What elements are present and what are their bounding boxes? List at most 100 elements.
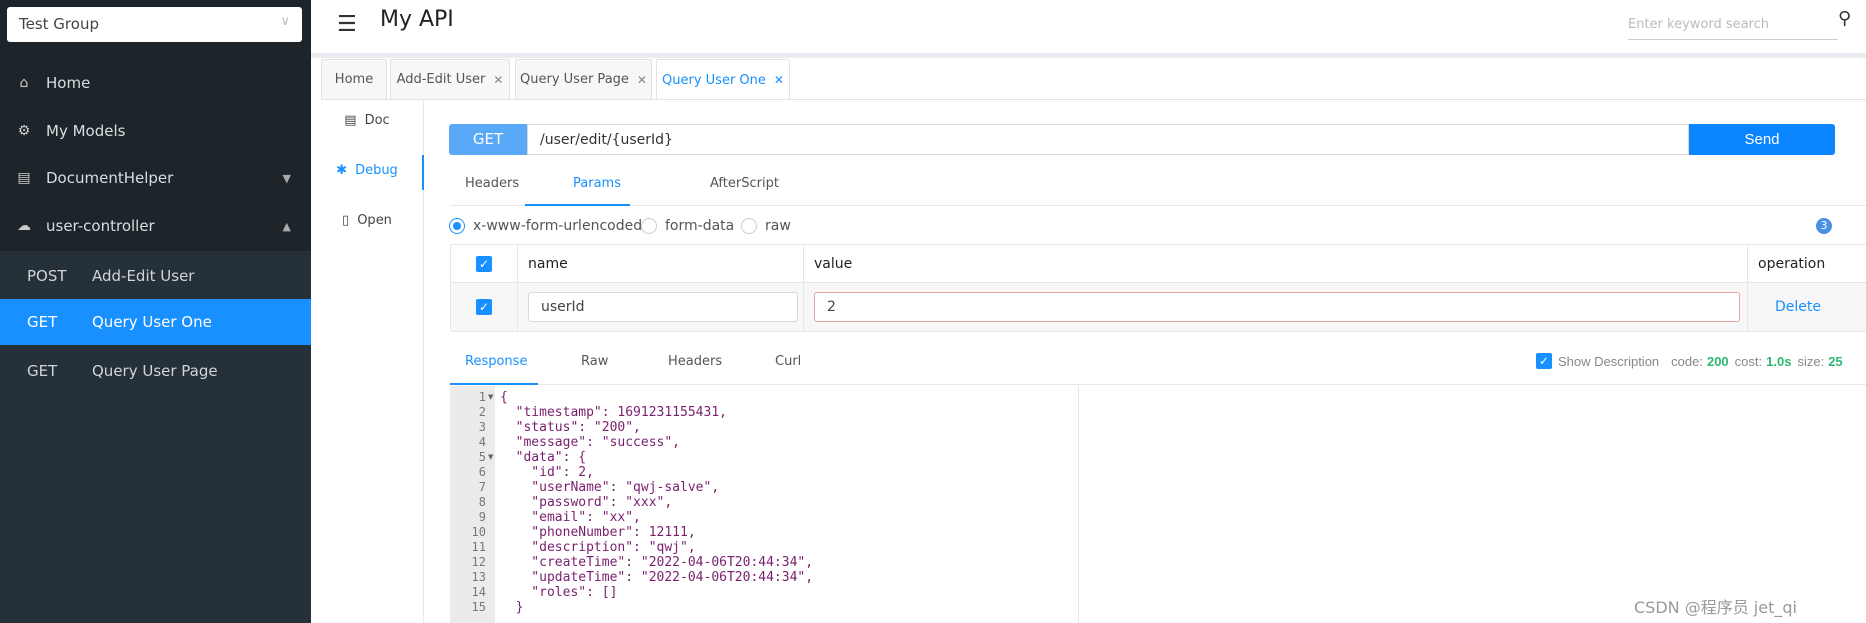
- line-number: 5: [478, 450, 486, 464]
- menu-fold-icon[interactable]: ☰: [337, 12, 357, 37]
- sidebar-item-label: Home: [46, 74, 91, 92]
- table-row: ✓ Delete: [451, 283, 1866, 331]
- nav-active-indicator: [422, 155, 424, 190]
- response-editor[interactable]: 1 ▼{2 "timestamp": 1691231155431, 3 "statu…: [450, 386, 1866, 623]
- code-line: "id": 2,: [500, 465, 594, 480]
- doc-icon: ▤: [344, 112, 357, 128]
- document-icon: ▤: [17, 170, 31, 186]
- line-number: 15: [471, 600, 486, 614]
- param-name-input[interactable]: [528, 292, 798, 322]
- tab-divider: [321, 99, 1866, 100]
- line-number: 9: [478, 510, 486, 524]
- tab-afterscript[interactable]: AfterScript: [710, 176, 779, 191]
- param-value-input[interactable]: [814, 292, 1740, 322]
- count-badge: 3: [1815, 217, 1833, 235]
- tab-query-user-one[interactable]: Query User One ✕: [656, 59, 790, 100]
- code-line: "status": "200",: [500, 420, 641, 435]
- search-icon[interactable]: ⚲: [1838, 8, 1851, 29]
- show-description-checkbox[interactable]: ✓: [1536, 353, 1552, 369]
- response-meta: ✓ Show Description code: 200 cost: 1.0s si…: [1536, 353, 1866, 369]
- sidebar-item-label: DocumentHelper: [46, 169, 174, 187]
- line-number: 3: [478, 420, 486, 434]
- tab-raw[interactable]: Raw: [581, 354, 608, 369]
- code-line: "updateTime": "2022-04-06T20:44:34",: [500, 570, 814, 585]
- code-line: "description": "qwj",: [500, 540, 696, 555]
- select-all-checkbox[interactable]: ✓: [476, 255, 492, 272]
- search-input[interactable]: [1628, 10, 1838, 40]
- sidebar-item-user-controller[interactable]: ☁ user-controller ▲: [0, 202, 311, 250]
- tab-home[interactable]: Home: [321, 59, 387, 99]
- sidebar-api-query-user-one[interactable]: GET Query User One: [0, 299, 311, 345]
- params-table: ✓ name value operation ✓ Delete: [450, 244, 1866, 332]
- sidebar-item-home[interactable]: ⌂ Home: [0, 59, 311, 107]
- code-line: "phoneNumber": 12111,: [500, 525, 696, 540]
- tab-response-headers[interactable]: Headers: [668, 354, 722, 369]
- method-label: POST: [27, 267, 67, 285]
- radio-unchecked: [741, 218, 757, 234]
- models-icon: ⚙: [17, 123, 31, 139]
- name-cell: [518, 283, 804, 331]
- line-number: 10: [471, 525, 486, 539]
- nav-label: Doc: [364, 112, 390, 128]
- tabs-divider: [450, 384, 1866, 385]
- size-label: size:: [1797, 353, 1825, 369]
- tab-query-user-page[interactable]: Query User Page ✕: [515, 59, 652, 99]
- code-line: "password": "xxx",: [500, 495, 673, 510]
- chevron-down-icon: ▼: [282, 171, 291, 185]
- tab-label: Query User One: [662, 72, 766, 88]
- close-icon[interactable]: ✕: [774, 73, 784, 87]
- line-number: 7: [478, 480, 486, 494]
- print-margin: [1078, 386, 1079, 623]
- sidebar-item-my-models[interactable]: ⚙ My Models: [0, 107, 311, 155]
- radio-label: form-data: [665, 218, 735, 234]
- watermark: CSDN @程序员 jet_qi: [1634, 598, 1797, 617]
- group-select-value: Test Group: [19, 15, 99, 33]
- line-number: 1: [478, 390, 486, 404]
- fold-toggle-icon[interactable]: ▼: [488, 393, 493, 401]
- tab-params[interactable]: Params: [573, 176, 621, 191]
- size-value: 25: [1828, 353, 1843, 369]
- code-line: "message": "success",: [500, 435, 681, 450]
- send-button[interactable]: Send: [1689, 124, 1835, 155]
- show-description-label: Show Description: [1558, 353, 1660, 369]
- line-number: 13: [471, 570, 486, 584]
- sidebar-item-label: user-controller: [46, 217, 155, 235]
- method-select[interactable]: GET: [449, 124, 527, 155]
- sidebar-api-add-edit-user[interactable]: POST Add-Edit User: [0, 253, 311, 299]
- radio-form-data[interactable]: form-data: [641, 218, 734, 234]
- home-icon: ⌂: [19, 75, 29, 91]
- nav-doc[interactable]: ▤ Doc: [311, 105, 423, 135]
- delete-link[interactable]: Delete: [1748, 283, 1866, 331]
- tab-add-edit-user[interactable]: Add-Edit User ✕: [390, 59, 510, 99]
- tab-response[interactable]: Response: [465, 354, 527, 369]
- radio-label: raw: [765, 218, 791, 234]
- tab-headers[interactable]: Headers: [465, 176, 519, 191]
- chevron-down-icon: ∨: [280, 14, 290, 29]
- radio-checked: [449, 218, 465, 234]
- method-label: GET: [27, 313, 58, 331]
- sidebar-api-query-user-page[interactable]: GET Query User Page: [0, 348, 311, 394]
- close-icon[interactable]: ✕: [493, 73, 503, 87]
- radio-unchecked: [641, 218, 657, 234]
- nav-debug[interactable]: ✱ Debug: [311, 155, 423, 185]
- method-label: GET: [27, 362, 58, 380]
- table-header: ✓ name value operation: [451, 245, 1866, 283]
- line-number: 11: [471, 540, 486, 554]
- sidebar-item-documenthelper[interactable]: ▤ DocumentHelper ▼: [0, 154, 311, 202]
- fold-toggle-icon[interactable]: ▼: [488, 453, 493, 461]
- line-number: 6: [478, 465, 486, 479]
- row-checkbox[interactable]: ✓: [476, 299, 492, 315]
- close-icon[interactable]: ✕: [637, 73, 647, 87]
- tab-curl[interactable]: Curl: [775, 354, 801, 369]
- code-line: "userName": "qwj-salve",: [500, 480, 720, 495]
- group-select[interactable]: Test Group ∨: [7, 7, 302, 42]
- radio-x-www-form-urlencoded[interactable]: x-www-form-urlencoded: [449, 218, 642, 234]
- api-label: Query User One: [92, 313, 212, 331]
- code-value: 200: [1706, 353, 1729, 369]
- nav-open[interactable]: ▯ Open: [311, 205, 423, 235]
- url-input[interactable]: [527, 124, 1689, 155]
- active-tab-underline: [525, 204, 630, 206]
- radio-label: x-www-form-urlencoded: [473, 218, 643, 234]
- radio-raw[interactable]: raw: [741, 218, 791, 234]
- tab-label: Query User Page: [520, 72, 629, 87]
